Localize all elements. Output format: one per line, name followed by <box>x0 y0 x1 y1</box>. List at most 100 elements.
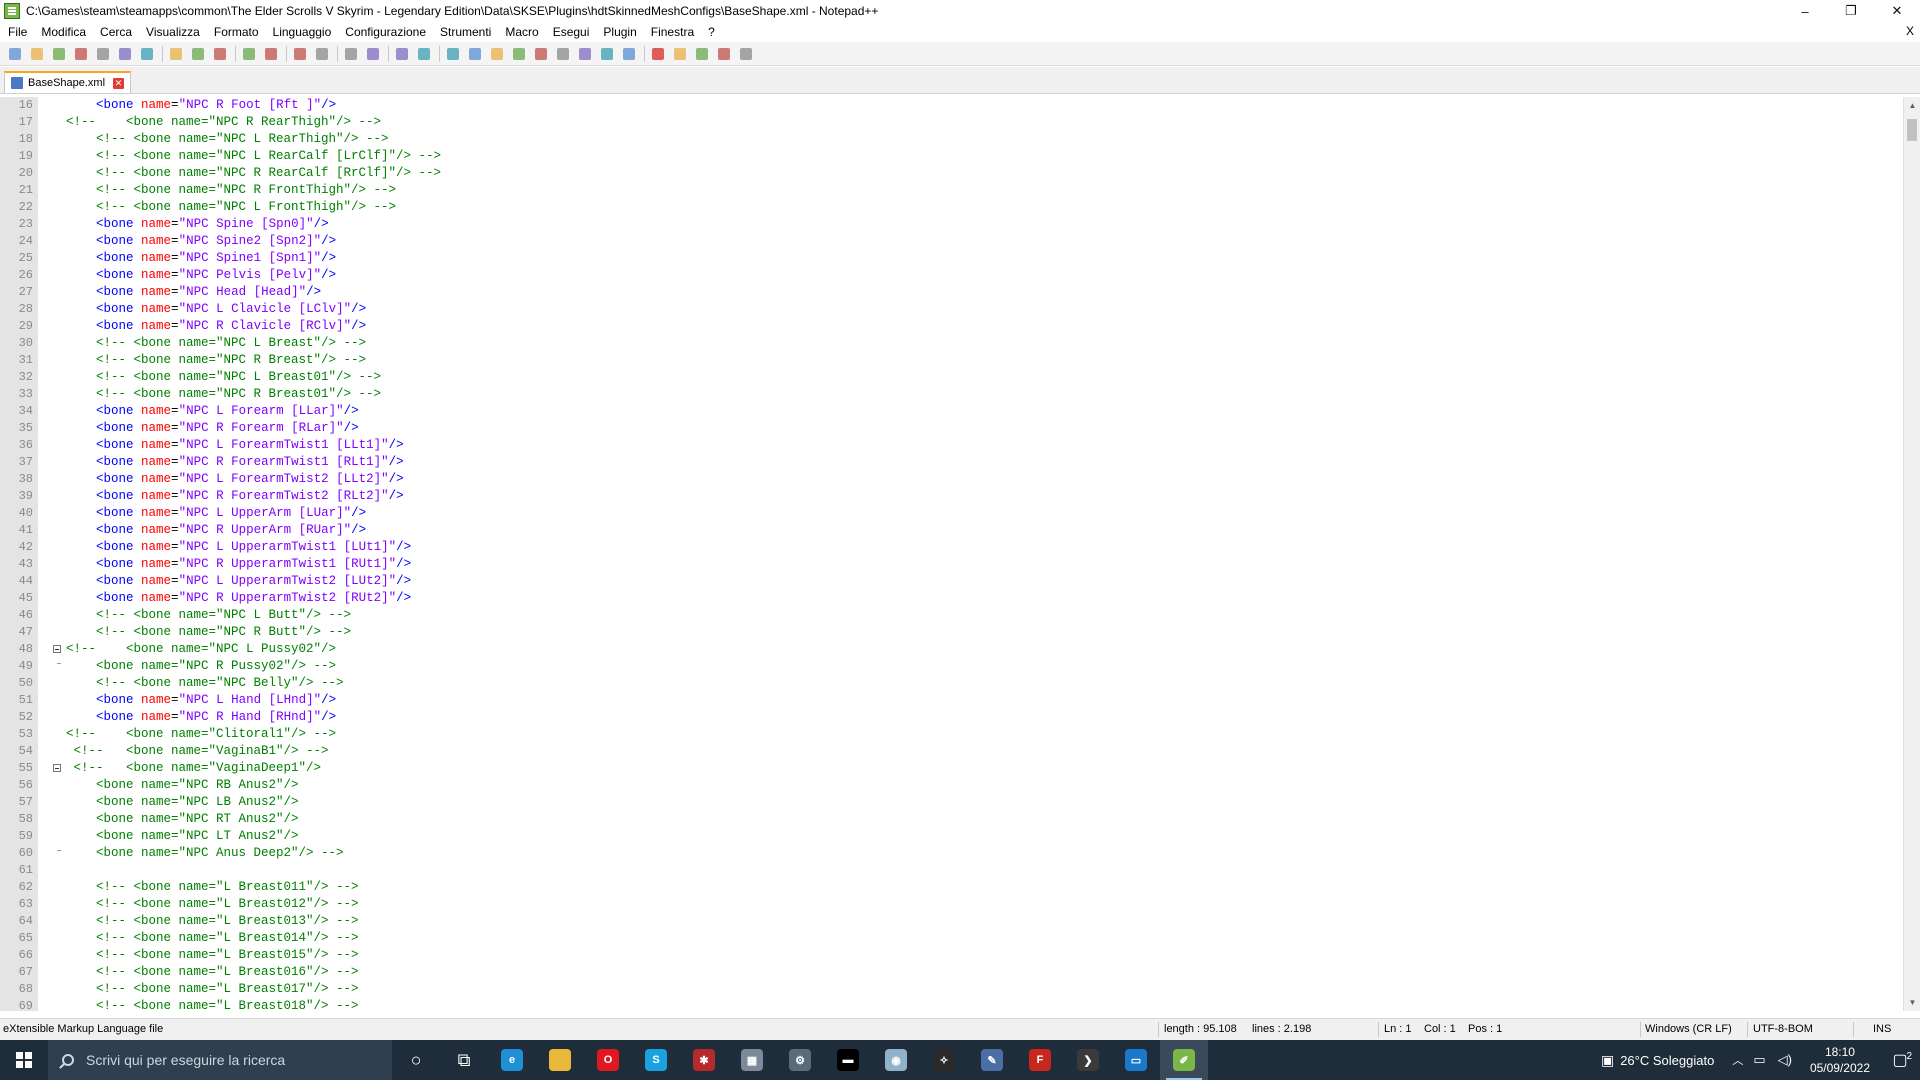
redo-button[interactable] <box>262 45 280 63</box>
code-line[interactable]: 58 <bone name="NPC RT Anus2"/> <box>0 811 1900 828</box>
code-line[interactable]: 24 <bone name="NPC Spine2 [Spn2]"/> <box>0 233 1900 250</box>
play-macro-button[interactable] <box>693 45 711 63</box>
scroll-down-icon[interactable]: ▼ <box>1904 994 1920 1011</box>
code-line[interactable]: 50 <!-- <bone name="NPC Belly"/> --> <box>0 675 1900 692</box>
folder-workspace-button[interactable] <box>576 45 594 63</box>
code-line[interactable]: 55 <!-- <bone name="VaginaDeep1"/> <box>0 760 1900 777</box>
window-title-bar[interactable]: C:\Games\steam\steamapps\common\The Elde… <box>0 0 1920 22</box>
code-line[interactable]: 45 <bone name="NPC R UpperarmTwist2 [RUt… <box>0 590 1900 607</box>
code-line[interactable]: 63 <!-- <bone name="L Breast012"/> --> <box>0 896 1900 913</box>
maximize-button[interactable]: ❐ <box>1828 0 1874 22</box>
taskbar-app-quill-app[interactable]: ✎ <box>968 1040 1016 1080</box>
clock[interactable]: 18:10 05/09/2022 <box>1800 1044 1880 1076</box>
code-line[interactable]: 31 <!-- <bone name="NPC R Breast"/> --> <box>0 352 1900 369</box>
scroll-thumb[interactable] <box>1907 119 1917 141</box>
code-line[interactable]: 43 <bone name="NPC R UpperarmTwist1 [RUt… <box>0 556 1900 573</box>
close-button[interactable]: ✕ <box>1874 0 1920 22</box>
start-button[interactable] <box>0 1040 48 1080</box>
save-all-button[interactable] <box>72 45 90 63</box>
menu-macro[interactable]: Macro <box>498 25 545 39</box>
network-icon[interactable]: ▭ <box>1753 1052 1765 1068</box>
code-line[interactable]: 44 <bone name="NPC L UpperarmTwist2 [LUt… <box>0 573 1900 590</box>
vertical-scrollbar[interactable]: ▲ ▼ <box>1903 97 1920 1011</box>
taskbar-app-skype[interactable]: S <box>632 1040 680 1080</box>
code-line[interactable]: 19 <!-- <bone name="NPC L RearCalf [LrCl… <box>0 148 1900 165</box>
code-line[interactable]: 54 <!-- <bone name="VaginaB1"/> --> <box>0 743 1900 760</box>
replace-button[interactable] <box>313 45 331 63</box>
code-line[interactable]: 52 <bone name="NPC R Hand [RHnd]"/> <box>0 709 1900 726</box>
code-line[interactable]: 20 <!-- <bone name="NPC R RearCalf [RrCl… <box>0 165 1900 182</box>
taskbar-app-mod-organizer[interactable]: ✧ <box>920 1040 968 1080</box>
notification-center-button[interactable]: ▢ 2 <box>1880 1050 1920 1070</box>
save-button[interactable] <box>50 45 68 63</box>
taskbar-app-filezilla[interactable]: F <box>1016 1040 1064 1080</box>
taskbar-app-file-explorer[interactable] <box>536 1040 584 1080</box>
close-button[interactable] <box>94 45 112 63</box>
run-macro-multiple-button[interactable] <box>715 45 733 63</box>
menu-linguaggio[interactable]: Linguaggio <box>266 25 339 39</box>
open-file-button[interactable] <box>28 45 46 63</box>
code-line[interactable]: 38 <bone name="NPC L ForearmTwist2 [LLt2… <box>0 471 1900 488</box>
editor-area[interactable]: 16 <bone name="NPC R Foot [Rft ]"/> 17 <!-… <box>0 97 1920 1011</box>
code-line[interactable]: 57 <bone name="NPC LB Anus2"/> <box>0 794 1900 811</box>
code-line[interactable]: 26 <bone name="NPC Pelvis [Pelv]"/> <box>0 267 1900 284</box>
code-line[interactable]: 27 <bone name="NPC Head [Head]"/> <box>0 284 1900 301</box>
menu-visualizza[interactable]: Visualizza <box>139 25 207 39</box>
code-line[interactable]: 37 <bone name="NPC R ForearmTwist1 [RLt1… <box>0 454 1900 471</box>
taskbar-app-cortana[interactable]: ○ <box>392 1040 440 1080</box>
status-insert-mode[interactable]: INS <box>1873 1023 1891 1035</box>
taskbar-app-opera[interactable]: O <box>584 1040 632 1080</box>
word-wrap-button[interactable] <box>444 45 462 63</box>
code-line[interactable]: 61 <box>0 862 1900 879</box>
menu-cerca[interactable]: Cerca <box>93 25 139 39</box>
show-all-chars-button[interactable] <box>466 45 484 63</box>
code-line[interactable]: 60 <bone name="NPC Anus Deep2"/> --> <box>0 845 1900 862</box>
code-line[interactable]: 30 <!-- <bone name="NPC L Breast"/> --> <box>0 335 1900 352</box>
menu-plugin[interactable]: Plugin <box>596 25 643 39</box>
volume-icon[interactable]: ◁) <box>1778 1052 1792 1068</box>
fold-toggle-icon[interactable] <box>53 764 61 772</box>
menu-configurazione[interactable]: Configurazione <box>338 25 433 39</box>
monitor-button[interactable] <box>620 45 638 63</box>
doc-switcher-button[interactable] <box>598 45 616 63</box>
code-line[interactable]: 66 <!-- <bone name="L Breast015"/> --> <box>0 947 1900 964</box>
scroll-up-icon[interactable]: ▲ <box>1904 97 1920 114</box>
taskbar-app-mod-manager[interactable]: ⚙ <box>776 1040 824 1080</box>
menu-strumenti[interactable]: Strumenti <box>433 25 498 39</box>
taskbar-app-terminal[interactable]: ▬ <box>824 1040 872 1080</box>
find-button[interactable] <box>291 45 309 63</box>
code-line[interactable]: 59 <bone name="NPC LT Anus2"/> <box>0 828 1900 845</box>
code-line[interactable]: 16 <bone name="NPC R Foot [Rft ]"/> <box>0 97 1900 114</box>
close-all-button[interactable] <box>116 45 134 63</box>
new-file-button[interactable] <box>6 45 24 63</box>
udl-button[interactable] <box>510 45 528 63</box>
code-line[interactable]: 36 <bone name="NPC L ForearmTwist1 [LLt1… <box>0 437 1900 454</box>
code-line[interactable]: 67 <!-- <bone name="L Breast016"/> --> <box>0 964 1900 981</box>
code-line[interactable]: 39 <bone name="NPC R ForearmTwist2 [RLt2… <box>0 488 1900 505</box>
code-line[interactable]: 17 <!-- <bone name="NPC R RearThigh"/> --… <box>0 114 1900 131</box>
code-line[interactable]: 46 <!-- <bone name="NPC L Butt"/> --> <box>0 607 1900 624</box>
code-line[interactable]: 51 <bone name="NPC L Hand [LHnd]"/> <box>0 692 1900 709</box>
taskbar-app-powershell[interactable]: ❯ <box>1064 1040 1112 1080</box>
menu-modifica[interactable]: Modifica <box>34 25 93 39</box>
sync-vertical-button[interactable] <box>393 45 411 63</box>
code-line[interactable]: 22 <!-- <bone name="NPC L FrontThigh"/> … <box>0 199 1900 216</box>
code-line[interactable]: 29 <bone name="NPC R Clavicle [RClv]"/> <box>0 318 1900 335</box>
print-button[interactable] <box>138 45 156 63</box>
code-line[interactable]: 35 <bone name="NPC R Forearm [RLar]"/> <box>0 420 1900 437</box>
undo-button[interactable] <box>240 45 258 63</box>
code-line[interactable]: 34 <bone name="NPC L Forearm [LLar]"/> <box>0 403 1900 420</box>
code-line[interactable]: 23 <bone name="NPC Spine [Spn0]"/> <box>0 216 1900 233</box>
code-line[interactable]: 62 <!-- <bone name="L Breast011"/> --> <box>0 879 1900 896</box>
taskbar-app-notepadpp[interactable]: ✐ <box>1160 1040 1208 1080</box>
code-line[interactable]: 33 <!-- <bone name="NPC R Breast01"/> --… <box>0 386 1900 403</box>
code-line[interactable]: 40 <bone name="NPC L UpperArm [LUar]"/> <box>0 505 1900 522</box>
taskbar-app-utility-app[interactable]: ▦ <box>728 1040 776 1080</box>
code-line[interactable]: 49 <bone name="NPC R Pussy02"/> --> <box>0 658 1900 675</box>
status-eol[interactable]: Windows (CR LF) <box>1645 1023 1732 1035</box>
fold-toggle-icon[interactable] <box>53 645 61 653</box>
code-line[interactable]: 18 <!-- <bone name="NPC L RearThigh"/> -… <box>0 131 1900 148</box>
close-document-button[interactable]: X <box>1906 24 1914 38</box>
paste-button[interactable] <box>211 45 229 63</box>
status-encoding[interactable]: UTF-8-BOM <box>1753 1023 1813 1035</box>
